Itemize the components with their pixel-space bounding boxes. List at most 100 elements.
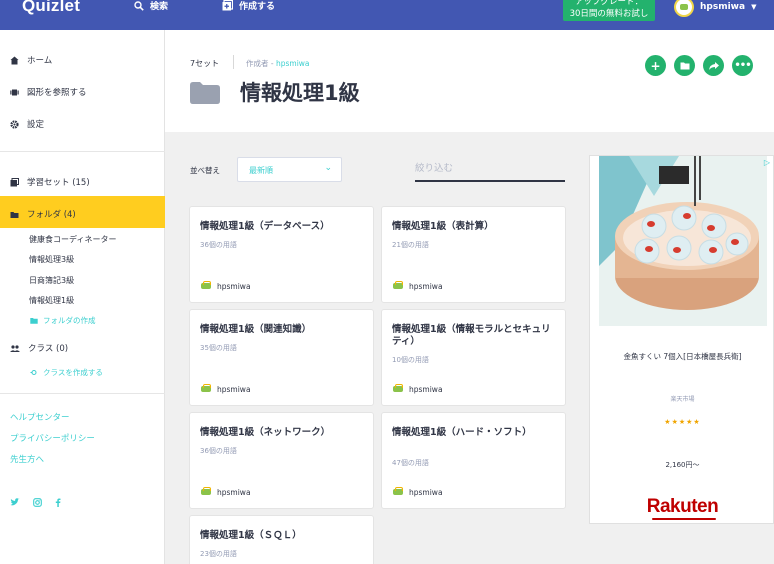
card-author-name: hpsmiwa <box>217 487 251 497</box>
create-class-label: クラスを作成する <box>43 368 103 377</box>
card-author[interactable]: hpsmiwa <box>392 383 443 395</box>
sidebar-item-settings[interactable]: 設定 <box>10 118 44 130</box>
avatar <box>200 486 212 498</box>
card-author-name: hpsmiwa <box>217 281 251 291</box>
card-term-count: 36個の用語 <box>200 241 237 249</box>
create-folder-label: フォルダの作成 <box>43 316 96 325</box>
avatar <box>200 280 212 292</box>
card-author[interactable]: hpsmiwa <box>392 280 443 292</box>
sidebar-item-label: 設定 <box>27 120 45 130</box>
study-set-card[interactable]: 情報処理1級（ＳＱＬ） 23個の用語 <box>189 515 374 564</box>
search-label: 検索 <box>150 2 169 12</box>
sidebar-item-browse[interactable]: 図形を参照する <box>10 86 87 98</box>
avatar <box>392 383 404 395</box>
more-button[interactable]: ••• <box>732 55 753 76</box>
sidebar-item-label: ホーム <box>27 56 53 66</box>
author-prefix: 作成者 - <box>246 59 276 68</box>
gear-icon <box>10 119 19 129</box>
card-title: 情報処理1級（ＳＱＬ） <box>200 530 302 541</box>
add-set-button[interactable]: + <box>645 55 666 76</box>
home-icon <box>10 56 19 64</box>
sidebar-folder-item[interactable]: 情報処理1級 <box>29 295 74 306</box>
sort-value: 最新順 <box>249 166 273 175</box>
add-set-icon <box>222 0 233 11</box>
sidebar-item-home[interactable]: ホーム <box>10 54 52 66</box>
sidebar-folder-item[interactable]: 日商簿記3級 <box>29 275 74 286</box>
sidebar-folder-item[interactable]: 情報処理3級 <box>29 254 74 265</box>
privacy-policy-link[interactable]: プライバシーポリシー <box>10 432 95 444</box>
share-icon <box>708 61 719 70</box>
upgrade-line-1: アップグレード： <box>574 0 643 7</box>
sort-dropdown[interactable]: 最新順 ⌄ <box>237 157 342 182</box>
sidebar-folder-item[interactable]: 健康食コーディネーター <box>29 234 116 245</box>
quizlet-logo[interactable]: Quizlet <box>22 0 80 16</box>
sidebar-item-folders[interactable]: フォルダ (4) <box>10 208 76 220</box>
social-links <box>10 498 61 507</box>
card-author[interactable]: hpsmiwa <box>200 383 251 395</box>
teachers-link[interactable]: 先生方へ <box>10 453 44 465</box>
create-folder-link[interactable]: フォルダの作成 <box>30 315 96 326</box>
sort-label: 並べ替え <box>190 166 220 175</box>
card-term-count: 21個の用語 <box>392 241 429 249</box>
filter-input[interactable]: 絞り込む <box>415 157 565 182</box>
card-title: 情報処理1級（関連知識） <box>200 324 312 335</box>
study-set-card[interactable]: 情報処理1級（表計算） 21個の用語 hpsmiwa <box>381 206 566 303</box>
card-title: 情報処理1級（情報モラルとセキュリティ） <box>392 324 551 347</box>
set-count: 7セット <box>190 59 220 68</box>
help-center-link[interactable]: ヘルプセンター <box>10 411 70 423</box>
card-author[interactable]: hpsmiwa <box>392 486 443 498</box>
folder-icon <box>10 211 19 218</box>
card-author-name: hpsmiwa <box>409 281 443 291</box>
create-label: 作成する <box>239 2 276 12</box>
sidebar-item-label: 図形を参照する <box>27 88 87 98</box>
search-button[interactable]: 検索 <box>134 0 168 12</box>
rakuten-logo[interactable]: Rakuten <box>590 496 774 518</box>
instagram-icon[interactable] <box>33 498 42 507</box>
sidebar-item-label: 学習セット (15) <box>27 178 90 188</box>
create-class-link[interactable]: クラスを作成する <box>30 367 103 378</box>
ad-panel[interactable]: ▷ 金魚すくい 7個入[日本橋屋長兵衛] 楽天市場 ★★★★★ 2,160円〜 … <box>589 155 774 524</box>
people-icon <box>10 344 20 352</box>
facebook-icon[interactable] <box>55 498 61 507</box>
sidebar-item-classes[interactable]: クラス (0) <box>10 342 68 354</box>
card-author[interactable]: hpsmiwa <box>200 486 251 498</box>
twitter-icon[interactable] <box>10 498 20 507</box>
folder-add-icon <box>30 318 38 324</box>
card-title: 情報処理1級（データベース） <box>200 221 330 232</box>
card-author-name: hpsmiwa <box>409 487 443 497</box>
avatar <box>392 280 404 292</box>
upgrade-button[interactable]: アップグレード： 30日間の無料お試し <box>563 0 655 21</box>
study-set-card[interactable]: 情報処理1級（情報モラルとセキュリティ） 10個の用語 hpsmiwa <box>381 309 566 406</box>
folder-menu-button[interactable] <box>674 55 695 76</box>
ad-price: 2,160円〜 <box>665 461 700 469</box>
sidebar: ホーム 図形を参照する 設定 学習セット (15) フォルダ (4) 健康食コー… <box>0 30 165 564</box>
card-author-name: hpsmiwa <box>409 384 443 394</box>
folder-actions: + ••• <box>645 55 753 76</box>
username: hpsmiwa <box>700 2 746 12</box>
card-term-count: 10個の用語 <box>392 356 429 364</box>
card-term-count: 35個の用語 <box>200 344 237 352</box>
folder-icon <box>190 82 220 104</box>
add-class-icon <box>30 370 37 375</box>
ad-product-illustration <box>599 156 767 326</box>
caret-down-icon: ▼ <box>751 3 757 11</box>
sidebar-item-study-sets[interactable]: 学習セット (15) <box>10 176 90 188</box>
study-set-card[interactable]: 情報処理1級（関連知識） 35個の用語 hpsmiwa <box>189 309 374 406</box>
study-set-card[interactable]: 情報処理1級（ハード・ソフト） 47個の用語 hpsmiwa <box>381 412 566 509</box>
header-divider <box>233 55 234 69</box>
filter-placeholder: 絞り込む <box>415 163 454 174</box>
author-link[interactable]: hpsmiwa <box>276 59 310 68</box>
cards-icon <box>10 89 19 95</box>
ad-choices-icon[interactable]: ▷ <box>764 158 770 167</box>
card-author[interactable]: hpsmiwa <box>200 280 251 292</box>
study-set-card[interactable]: 情報処理1級（データベース） 36個の用語 hpsmiwa <box>189 206 374 303</box>
study-set-card[interactable]: 情報処理1級（ネットワーク） 36個の用語 hpsmiwa <box>189 412 374 509</box>
card-title: 情報処理1級（表計算） <box>392 221 494 232</box>
search-icon <box>134 0 144 11</box>
create-button[interactable]: 作成する <box>222 0 275 12</box>
user-menu[interactable]: hpsmiwa ▼ <box>674 0 756 17</box>
share-button[interactable] <box>703 55 724 76</box>
ad-product-name[interactable]: 金魚すくい 7個入[日本橋屋長兵衛] <box>590 351 774 362</box>
ad-shop-name: 楽天市場 <box>670 396 695 403</box>
ad-product-image[interactable] <box>599 156 767 326</box>
